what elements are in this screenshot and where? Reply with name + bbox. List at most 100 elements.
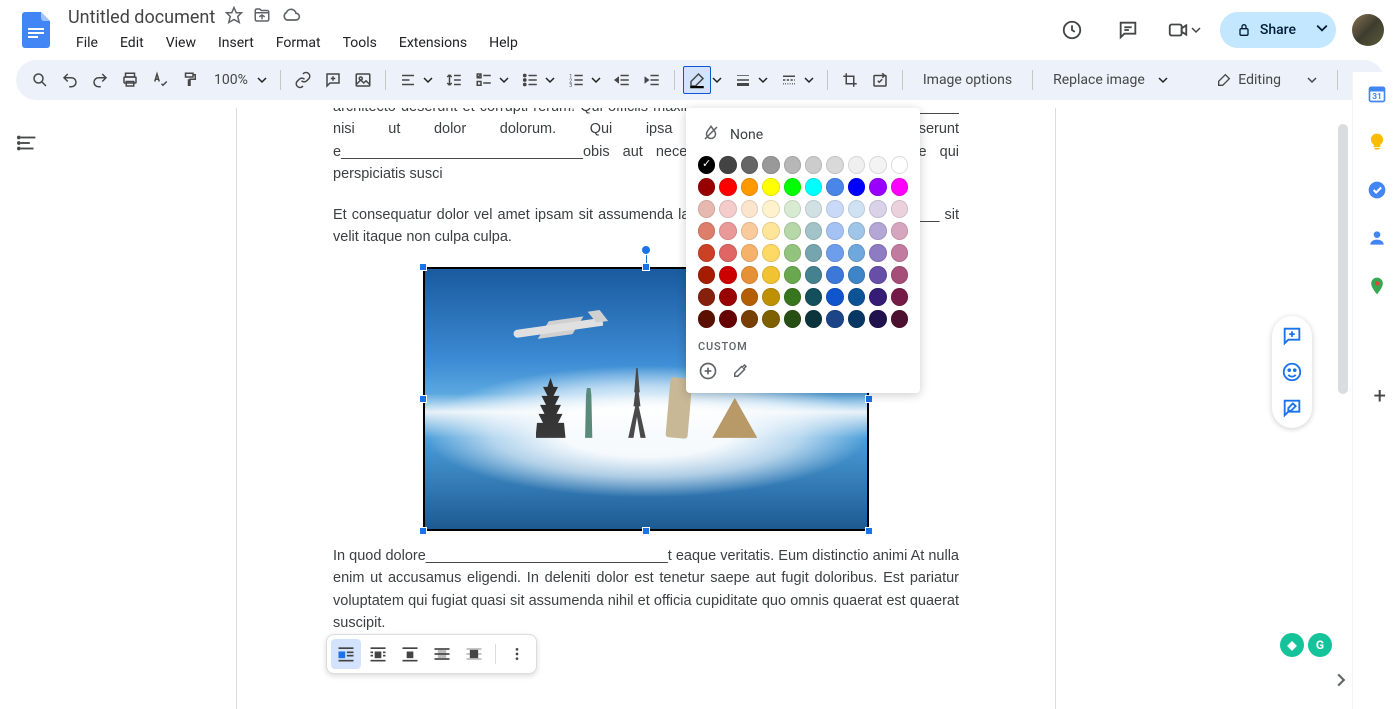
color-swatch[interactable] (891, 200, 908, 218)
crop-icon[interactable] (836, 66, 864, 94)
checklist-dropdown-icon[interactable] (498, 75, 510, 85)
editing-mode-button[interactable]: Editing (1204, 66, 1329, 94)
color-swatch[interactable] (848, 178, 865, 196)
resize-handle[interactable] (419, 527, 427, 535)
color-swatch[interactable] (869, 310, 886, 328)
meet-icon[interactable] (1164, 10, 1204, 50)
share-button[interactable]: Share (1220, 12, 1312, 48)
resize-handle[interactable] (419, 263, 427, 271)
rotate-handle[interactable] (641, 245, 651, 255)
color-swatch[interactable] (891, 266, 908, 284)
color-swatch[interactable] (848, 200, 865, 218)
color-swatch[interactable] (741, 266, 758, 284)
comments-icon[interactable] (1108, 10, 1148, 50)
color-swatch[interactable] (762, 266, 779, 284)
color-swatch[interactable] (784, 310, 801, 328)
history-icon[interactable] (1052, 10, 1092, 50)
outline-toggle-icon[interactable] (17, 132, 39, 709)
color-swatch[interactable] (869, 244, 886, 262)
resize-handle[interactable] (865, 395, 873, 403)
decrease-indent-icon[interactable] (608, 66, 636, 94)
color-swatch[interactable] (784, 200, 801, 218)
color-swatch[interactable] (784, 244, 801, 262)
color-swatch[interactable] (869, 156, 886, 174)
color-swatch[interactable] (891, 222, 908, 240)
color-swatch[interactable] (719, 244, 736, 262)
color-swatch[interactable] (741, 244, 758, 262)
color-swatch[interactable] (891, 288, 908, 306)
vertical-scrollbar[interactable] (1338, 124, 1348, 394)
menu-insert[interactable]: Insert (210, 31, 262, 55)
color-swatch[interactable] (869, 266, 886, 284)
image-more-options-icon[interactable] (502, 639, 532, 669)
color-swatch[interactable] (869, 178, 886, 196)
color-swatch[interactable] (698, 156, 715, 174)
grammarly-widget[interactable]: ◆ G (1280, 633, 1332, 657)
align-icon[interactable] (394, 66, 422, 94)
color-swatch[interactable] (719, 200, 736, 218)
color-swatch[interactable] (784, 266, 801, 284)
calendar-app-icon[interactable]: 31 (1367, 84, 1387, 104)
replace-image-dropdown-icon[interactable] (1157, 75, 1169, 85)
resize-handle[interactable] (419, 395, 427, 403)
add-emoji-floating-icon[interactable] (1280, 360, 1304, 384)
color-swatch[interactable] (826, 156, 843, 174)
color-swatch[interactable] (848, 156, 865, 174)
color-none-option[interactable]: None (698, 118, 908, 156)
color-swatch[interactable] (741, 310, 758, 328)
spellcheck-icon[interactable] (146, 66, 174, 94)
color-swatch[interactable] (805, 222, 822, 240)
paint-format-icon[interactable] (176, 66, 204, 94)
color-swatch[interactable] (741, 222, 758, 240)
color-swatch[interactable] (719, 266, 736, 284)
color-swatch[interactable] (762, 200, 779, 218)
numbered-list-icon[interactable]: 123 (562, 66, 590, 94)
color-swatch[interactable] (784, 178, 801, 196)
expand-side-panel-icon[interactable] (1334, 673, 1348, 691)
menu-edit[interactable]: Edit (112, 31, 152, 55)
color-swatch[interactable] (826, 288, 843, 306)
wrap-text-icon[interactable] (363, 639, 393, 669)
color-swatch[interactable] (784, 222, 801, 240)
line-spacing-icon[interactable] (440, 66, 468, 94)
color-swatch[interactable] (762, 222, 779, 240)
color-swatch[interactable] (891, 156, 908, 174)
document-title[interactable]: Untitled document (68, 7, 215, 28)
border-dash-dropdown-icon[interactable] (803, 75, 815, 85)
add-comment-icon[interactable] (319, 66, 347, 94)
resize-handle[interactable] (642, 527, 650, 535)
color-swatch[interactable] (698, 222, 715, 240)
color-swatch[interactable] (826, 310, 843, 328)
color-swatch[interactable] (784, 156, 801, 174)
color-swatch[interactable] (891, 178, 908, 196)
wrap-break-icon[interactable] (395, 639, 425, 669)
color-swatch[interactable] (762, 310, 779, 328)
star-icon[interactable] (225, 6, 243, 28)
align-dropdown-icon[interactable] (422, 75, 434, 85)
wrap-inline-icon[interactable] (331, 639, 361, 669)
color-swatch[interactable] (848, 288, 865, 306)
color-swatch[interactable] (698, 288, 715, 306)
color-swatch[interactable] (869, 200, 886, 218)
border-weight-dropdown-icon[interactable] (757, 75, 769, 85)
color-swatch[interactable] (848, 244, 865, 262)
border-color-icon[interactable] (683, 66, 711, 94)
increase-indent-icon[interactable] (638, 66, 666, 94)
zoom-dropdown-icon[interactable] (256, 75, 268, 85)
color-swatch[interactable] (848, 266, 865, 284)
color-swatch[interactable] (826, 266, 843, 284)
color-swatch[interactable] (869, 222, 886, 240)
color-swatch[interactable] (698, 244, 715, 262)
color-swatch[interactable] (719, 288, 736, 306)
color-swatch[interactable] (698, 200, 715, 218)
undo-icon[interactable] (56, 66, 84, 94)
menu-file[interactable]: File (68, 31, 106, 55)
color-swatch[interactable] (762, 178, 779, 196)
wrap-front-icon[interactable] (459, 639, 489, 669)
color-swatch[interactable] (805, 156, 822, 174)
border-dash-icon[interactable] (775, 66, 803, 94)
color-swatch[interactable] (698, 266, 715, 284)
color-swatch[interactable] (741, 156, 758, 174)
add-comment-floating-icon[interactable] (1280, 324, 1304, 348)
color-swatch[interactable] (719, 156, 736, 174)
